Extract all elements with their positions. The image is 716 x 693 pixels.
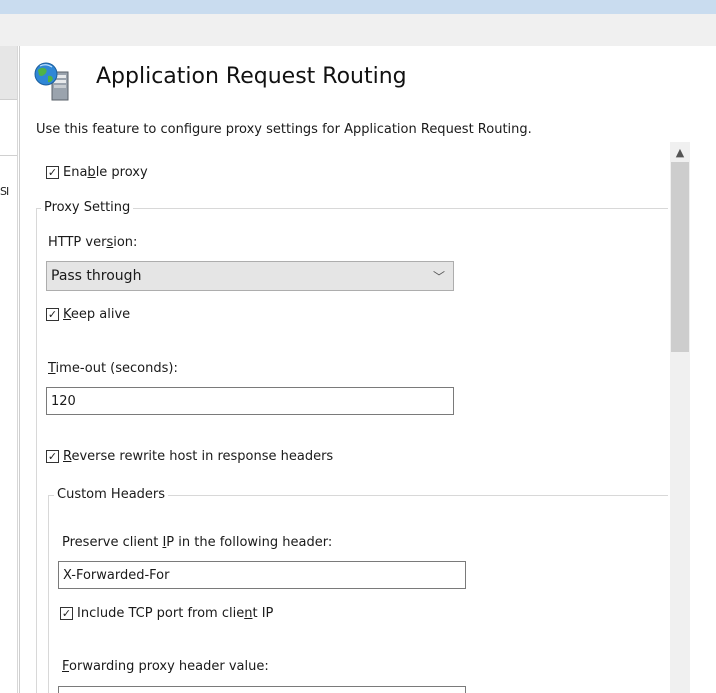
keep-alive-label: Keep alive	[63, 307, 131, 322]
globe-server-icon	[34, 62, 69, 101]
connections-pane-clipped-text: SI	[0, 185, 9, 198]
timeout-value: 120	[51, 393, 76, 409]
http-version-label: HTTP version:	[48, 235, 138, 250]
reverse-rewrite-checkbox[interactable]: ✓ Reverse rewrite host in response heade…	[46, 449, 333, 464]
forwarding-proxy-header-label: Forwarding proxy header value:	[62, 659, 269, 674]
enable-proxy-label: Enable proxy	[63, 165, 148, 180]
proxy-setting-group-border-left	[36, 208, 37, 693]
chevron-up-icon[interactable]: ▲	[670, 142, 690, 162]
enable-proxy-checkbox[interactable]: ✓ Enable proxy	[46, 165, 148, 180]
connections-pane-row[interactable]	[0, 100, 17, 156]
checkbox-box[interactable]: ✓	[60, 607, 73, 620]
custom-headers-group-title: Custom Headers	[54, 487, 169, 502]
page-description: Use this feature to configure proxy sett…	[36, 122, 532, 137]
http-version-dropdown[interactable]: Pass through ﹀	[46, 261, 454, 291]
connections-pane: SI	[0, 46, 18, 693]
page-title: Application Request Routing	[96, 64, 407, 89]
http-version-value: Pass through	[51, 268, 142, 284]
proxy-setting-group-title: Proxy Setting	[41, 200, 134, 215]
keep-alive-checkbox[interactable]: ✓ Keep alive	[46, 307, 130, 322]
scrollbar-thumb[interactable]	[671, 162, 689, 352]
custom-headers-group-border-left	[48, 495, 49, 693]
preserve-client-ip-input[interactable]: X-Forwarded-For	[58, 561, 466, 589]
checkbox-box[interactable]: ✓	[46, 166, 59, 179]
chevron-down-icon: ﹀	[432, 270, 445, 284]
vertical-scrollbar[interactable]: ▲	[670, 142, 690, 693]
checkbox-box[interactable]: ✓	[46, 450, 59, 463]
include-tcp-port-label: Include TCP port from client IP	[77, 606, 274, 621]
connections-pane-header	[0, 46, 17, 100]
forwarding-proxy-header-input[interactable]	[58, 686, 466, 693]
toolbar-strip	[0, 14, 716, 46]
checkbox-box[interactable]: ✓	[46, 308, 59, 321]
preserve-client-ip-value: X-Forwarded-For	[63, 567, 170, 583]
timeout-label: Time-out (seconds):	[48, 361, 178, 376]
reverse-rewrite-label: Reverse rewrite host in response headers	[63, 449, 334, 464]
preserve-client-ip-label: Preserve client IP in the following head…	[62, 535, 333, 550]
timeout-input[interactable]: 120	[46, 387, 454, 415]
include-tcp-port-checkbox[interactable]: ✓ Include TCP port from client IP	[60, 606, 273, 621]
window-title-bar	[0, 0, 716, 14]
